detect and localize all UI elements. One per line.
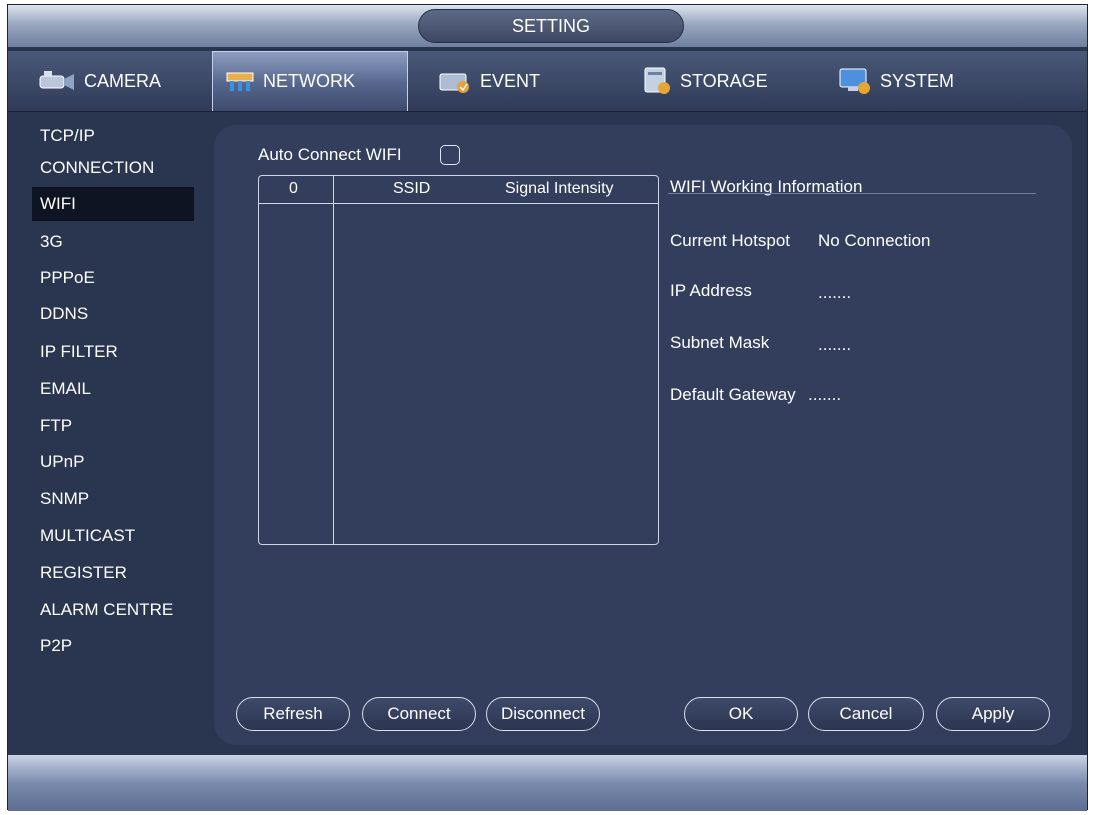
refresh-button[interactable]: Refresh [236, 697, 350, 731]
sidebar-item-register[interactable]: REGISTER [32, 556, 194, 590]
sidebar-item-label: WIFI [40, 194, 76, 213]
network-icon [226, 72, 254, 91]
sidebar-item-alarm-centre[interactable]: ALARM CENTRE [32, 593, 194, 627]
sidebar-item-ip-filter[interactable]: IP FILTER [32, 335, 194, 369]
wifi-info-heading: WIFI Working Information [670, 177, 863, 196]
tab-network-label: NETWORK [263, 71, 355, 91]
sidebar-item-label: TCP/IP [40, 126, 95, 145]
window-title: SETTING [418, 9, 684, 43]
sidebar-item-pppoe[interactable]: PPPoE [32, 261, 194, 295]
sidebar-item-label: REGISTER [40, 563, 127, 582]
auto-connect-wifi-label: Auto Connect WIFI [258, 145, 402, 164]
cancel-button[interactable]: Cancel [808, 697, 924, 731]
tab-system[interactable]: SYSTEM [828, 51, 1018, 111]
default-gateway-label: Default Gateway [670, 385, 796, 404]
wifi-network-list[interactable]: 0 SSID Signal Intensity [258, 175, 659, 545]
camera-icon [39, 71, 74, 90]
sidebar-item-label: 3G [40, 232, 63, 251]
sidebar-item-label: P2P [40, 636, 73, 655]
sidebar-item-wifi[interactable]: WIFI [32, 187, 194, 221]
current-hotspot-label: Current Hotspot [670, 231, 790, 250]
disconnect-button[interactable]: Disconnect [486, 697, 600, 731]
tab-network[interactable]: NETWORK [212, 51, 408, 111]
column-header-index[interactable]: 0 [289, 180, 298, 198]
sidebar-item-label: PPPoE [40, 268, 95, 287]
system-icon [839, 68, 870, 94]
tab-camera-label: CAMERA [84, 70, 162, 91]
auto-connect-wifi-checkbox[interactable] [440, 145, 460, 165]
sidebar-item-label: SNMP [40, 489, 90, 508]
wifi-list-header: 0 SSID Signal Intensity [259, 176, 658, 204]
main-tab-bar: CAMERA NETWORK EVENT STORAGE SYSTEM [8, 51, 1087, 112]
sidebar-item-label: CONNECTION [40, 158, 155, 177]
subnet-mask-label: Subnet Mask [670, 333, 770, 352]
sidebar-item-email[interactable]: EMAIL [32, 372, 194, 406]
tab-system-label: SYSTEM [880, 70, 955, 91]
sidebar-item-tcpip[interactable]: TCP/IP [32, 119, 194, 153]
tab-storage[interactable]: STORAGE [632, 51, 822, 111]
ip-address-value: ....... [818, 283, 852, 302]
event-icon [439, 73, 469, 93]
settings-window: SETTING CAMERA NETWORK EVENT STORAGE SYS… [7, 4, 1088, 811]
sidebar-item-3g[interactable]: 3G [32, 225, 194, 259]
sidebar-item-multicast[interactable]: MULTICAST [32, 519, 194, 553]
sidebar-item-ftp[interactable]: FTP [32, 409, 194, 443]
sidebar-item-label: ALARM CENTRE [40, 600, 174, 619]
sidebar-item-snmp[interactable]: SNMP [32, 482, 194, 516]
sidebar-item-label: EMAIL [40, 379, 92, 398]
column-header-signal-intensity[interactable]: Signal Intensity [505, 180, 614, 198]
current-hotspot-value: No Connection [818, 231, 931, 250]
subnet-mask-value: ....... [818, 335, 852, 354]
sidebar-item-label: DDNS [40, 304, 89, 323]
status-bar [8, 755, 1087, 811]
ip-address-label: IP Address [670, 281, 752, 300]
column-header-ssid[interactable]: SSID [393, 180, 430, 198]
storage-icon [644, 67, 670, 94]
sidebar-item-ddns[interactable]: DDNS [32, 297, 194, 331]
tab-storage-label: STORAGE [680, 70, 768, 91]
apply-button[interactable]: Apply [936, 697, 1050, 731]
title-bar: SETTING [8, 5, 1087, 47]
sidebar-item-upnp[interactable]: UPnP [32, 445, 194, 479]
sidebar-item-label: IP FILTER [40, 342, 118, 361]
ok-button[interactable]: OK [684, 697, 798, 731]
sidebar-item-label: FTP [40, 416, 73, 435]
tab-camera[interactable]: CAMERA [22, 51, 208, 111]
default-gateway-value: ....... [808, 385, 842, 404]
sidebar-item-connection[interactable]: CONNECTION [32, 151, 194, 185]
wifi-info-divider [668, 193, 1036, 194]
sidebar-item-label: MULTICAST [40, 526, 136, 545]
connect-button[interactable]: Connect [362, 697, 476, 731]
column-divider [333, 176, 334, 544]
tab-event[interactable]: EVENT [426, 51, 616, 111]
sidebar-item-label: UPnP [40, 452, 85, 471]
sidebar-item-p2p[interactable]: P2P [32, 629, 194, 663]
tab-event-label: EVENT [480, 70, 541, 91]
